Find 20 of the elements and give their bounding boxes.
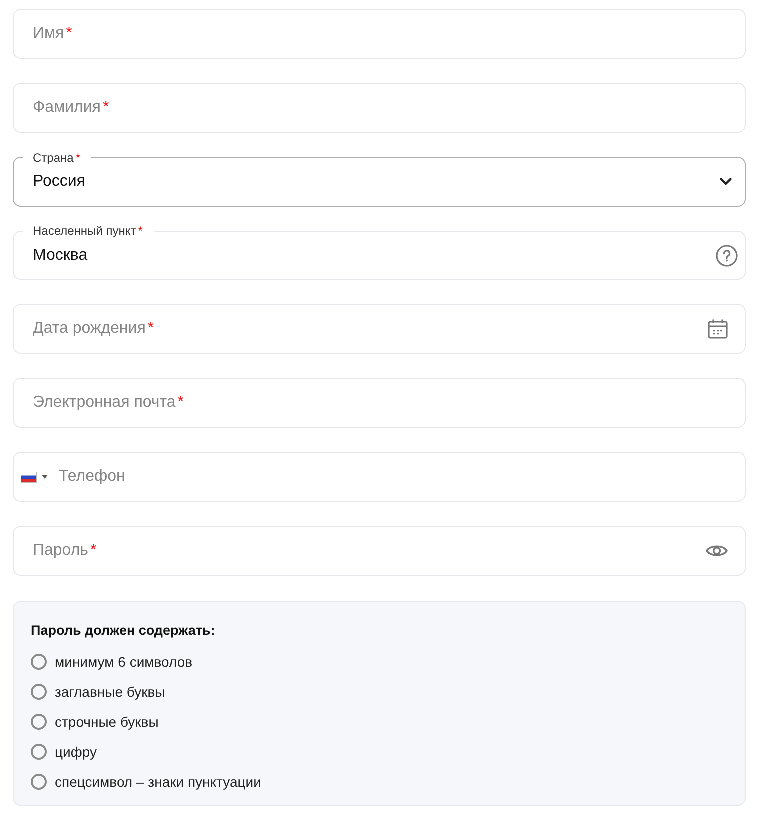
date-field[interactable]: Дата рождения* — [13, 304, 746, 354]
dropdown-field[interactable]: Страна * Россия — [13, 150, 746, 206]
requirement-text: минимум 6 символов — [55, 654, 193, 670]
text-field[interactable]: Фамилия* — [13, 83, 746, 133]
caret-icon[interactable] — [42, 475, 48, 479]
requirement-text: заглавные буквы — [55, 684, 166, 700]
requirement-text: строчные буквы — [55, 714, 159, 730]
chevron-down-icon[interactable] — [720, 178, 732, 186]
text-field[interactable]: Населенный пункт * Москва — [13, 224, 746, 280]
requirement-text: спецсимвол – знаки пунктуации — [55, 774, 262, 790]
requirement-text: цифру — [55, 744, 97, 760]
text-field[interactable]: Имя* — [13, 9, 746, 59]
help-icon[interactable] — [716, 244, 738, 266]
requirements-heading: Пароль должен содержать: — [31, 623, 216, 639]
password-field[interactable]: Пароль* — [13, 526, 746, 576]
email-field[interactable]: Электронная почта* — [13, 378, 746, 428]
phone-field[interactable]: Телефон — [13, 452, 746, 502]
eye-icon[interactable] — [706, 543, 728, 559]
calendar-icon[interactable] — [708, 319, 728, 339]
flag-icon[interactable] — [21, 472, 37, 482]
